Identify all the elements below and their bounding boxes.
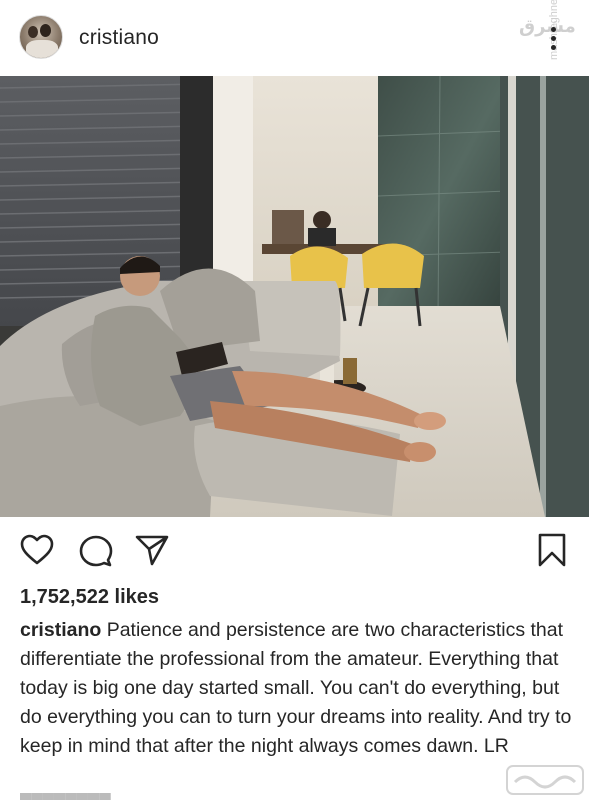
- avatar[interactable]: [19, 15, 63, 59]
- cutoff-text: ████████: [20, 793, 160, 800]
- likes-count[interactable]: 1,752,522 likes: [20, 586, 159, 609]
- avatar-figure: [40, 24, 51, 37]
- comment-icon[interactable]: [79, 534, 113, 568]
- send-icon[interactable]: [135, 534, 169, 566]
- username-link[interactable]: cristiano: [79, 26, 159, 50]
- post-caption: cristiano Patience and persistence are t…: [20, 616, 580, 761]
- photo-scene: [0, 76, 589, 517]
- heart-icon[interactable]: [20, 534, 54, 566]
- caption-username[interactable]: cristiano: [20, 619, 101, 641]
- bookmark-icon[interactable]: [537, 532, 567, 568]
- more-vertical-icon[interactable]: [550, 27, 558, 53]
- avatar-figure: [28, 26, 38, 38]
- post-header: cristiano مشرق mashreghnews.ir: [0, 0, 589, 76]
- post-photo[interactable]: [0, 76, 589, 517]
- watermark-logo: [506, 765, 584, 795]
- avatar-figure: [26, 40, 58, 58]
- caption-text: Patience and persistence are two charact…: [20, 619, 572, 757]
